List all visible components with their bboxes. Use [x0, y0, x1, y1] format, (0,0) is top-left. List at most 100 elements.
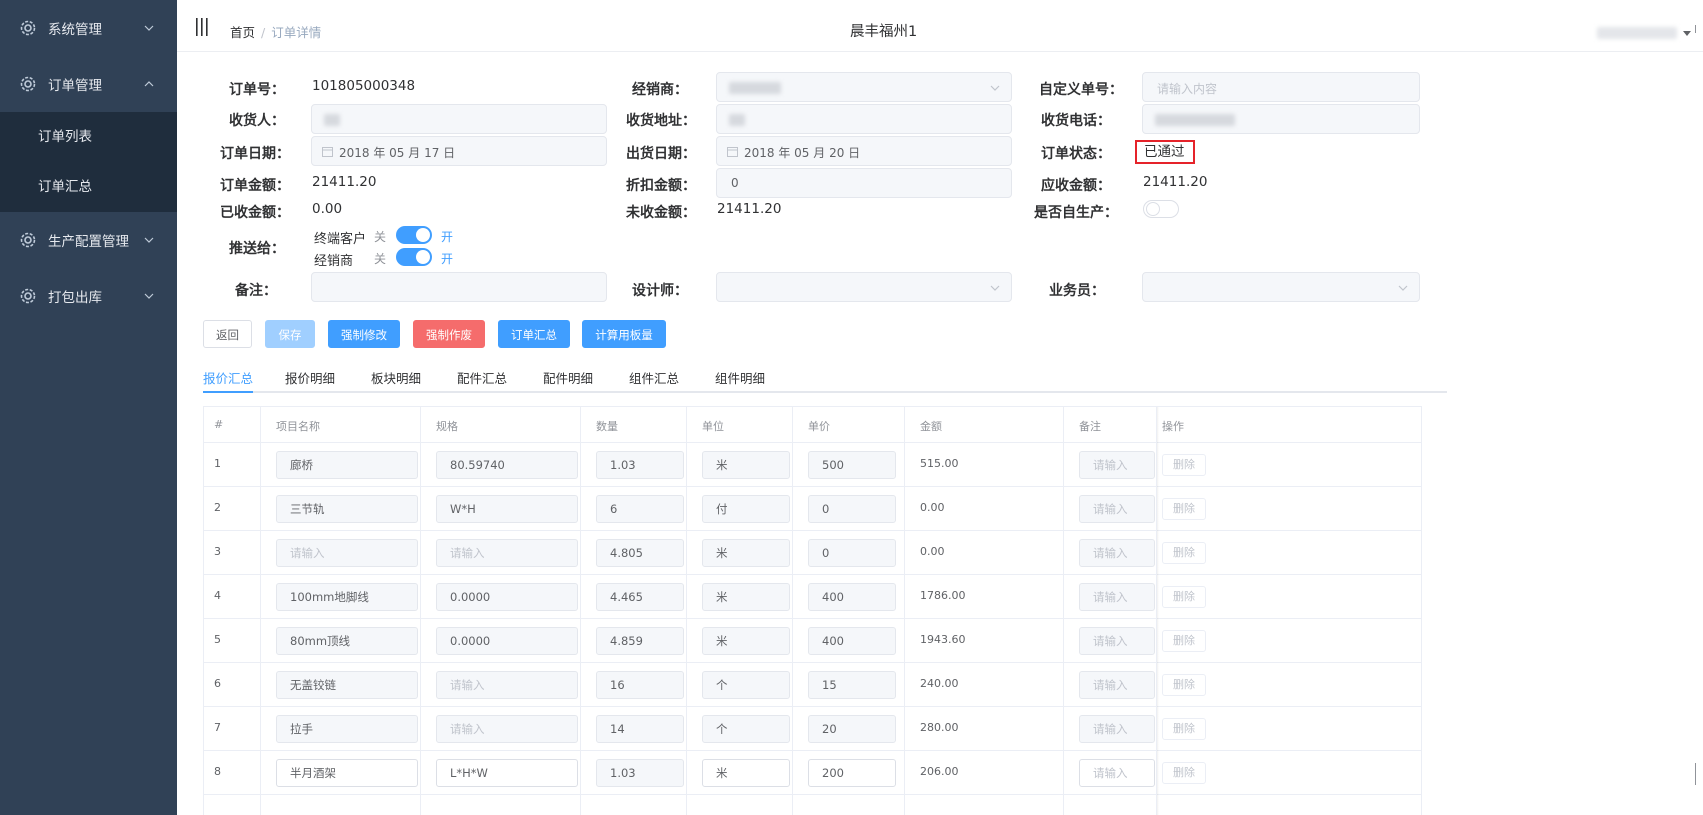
force-edit-button[interactable]: 强制修改	[328, 320, 400, 348]
qty-input[interactable]: 4.465	[596, 583, 684, 611]
caret-down-icon[interactable]	[1683, 31, 1691, 36]
spec-input[interactable]: 请输入	[436, 715, 578, 743]
remark-input[interactable]: 请输入	[1079, 583, 1155, 611]
receiver-input[interactable]	[311, 104, 607, 134]
remark-input[interactable]: 请输入	[1079, 715, 1155, 743]
sidebar-item-order-list[interactable]: 订单列表	[0, 112, 177, 162]
price-input[interactable]: 15	[808, 671, 896, 699]
sidebar-item-packing[interactable]: 打包出库	[0, 268, 177, 324]
remark-input[interactable]: 请输入	[1079, 451, 1155, 479]
back-button[interactable]: 返回	[203, 320, 252, 348]
price-input[interactable]: 20	[808, 715, 896, 743]
push-dealer-switch[interactable]	[396, 248, 432, 266]
receivable-value: 21411.20	[1143, 174, 1208, 190]
custom-no-input[interactable]: 请输入内容	[1142, 72, 1420, 102]
item-name-input[interactable]: 无盖铰链	[276, 671, 418, 699]
remark-input[interactable]: 请输入	[1079, 495, 1155, 523]
designer-select[interactable]	[716, 272, 1012, 302]
discount-input[interactable]: 0	[716, 168, 1012, 198]
qty-input[interactable]: 1.03	[596, 451, 684, 479]
calc-board-button[interactable]: 计算用板量	[582, 320, 666, 348]
delete-button[interactable]: 删除	[1162, 542, 1206, 564]
sidebar-item-system[interactable]: 系统管理	[0, 0, 177, 56]
unit-input[interactable]: 个	[702, 715, 790, 743]
remark-input[interactable]	[311, 272, 607, 302]
phone-input[interactable]	[1142, 104, 1420, 134]
delete-button[interactable]: 删除	[1162, 762, 1206, 784]
spec-input[interactable]: W*H	[436, 495, 578, 523]
item-name-input[interactable]: 100mm地脚线	[276, 583, 418, 611]
tab-quote-detail[interactable]: 报价明细	[285, 368, 335, 387]
unit-input[interactable]: 米	[702, 627, 790, 655]
salesman-select[interactable]	[1142, 272, 1420, 302]
price-input[interactable]: 500	[808, 451, 896, 479]
unit-input[interactable]: 付	[702, 495, 790, 523]
unit-input[interactable]: 米	[702, 539, 790, 567]
remark-input[interactable]: 请输入	[1079, 671, 1155, 699]
order-date-input[interactable]: 2018 年 05 月 17 日	[311, 136, 607, 166]
tab-board-detail[interactable]: 板块明细	[371, 368, 421, 387]
qty-input[interactable]: 16	[596, 671, 684, 699]
price-input[interactable]: 0	[808, 539, 896, 567]
item-name-input[interactable]: 拉手	[276, 715, 418, 743]
unit-input[interactable]: 米	[702, 759, 790, 787]
unit-input[interactable]: 米	[702, 451, 790, 479]
tab-component-detail[interactable]: 组件明细	[715, 368, 765, 387]
delete-button[interactable]: 删除	[1162, 454, 1206, 476]
spec-input[interactable]: 请输入	[436, 539, 578, 567]
delete-button[interactable]: 删除	[1162, 718, 1206, 740]
remark-input[interactable]: 请输入	[1079, 627, 1155, 655]
item-name-input[interactable]: 三节轨	[276, 495, 418, 523]
price-input[interactable]: 0	[808, 495, 896, 523]
qty-input[interactable]: 14	[596, 715, 684, 743]
remark-input[interactable]: 请输入	[1079, 759, 1155, 787]
delete-button[interactable]: 删除	[1162, 674, 1206, 696]
header-index: #	[214, 418, 224, 431]
breadcrumb-home[interactable]: 首页	[230, 25, 255, 40]
hamburger-icon[interactable]	[195, 18, 209, 36]
item-name-input[interactable]: 廊桥	[276, 451, 418, 479]
item-name-input[interactable]: 半月酒架	[276, 759, 418, 787]
row-index: 2	[214, 501, 221, 514]
qty-input[interactable]: 4.859	[596, 627, 684, 655]
spec-input[interactable]: 0.0000	[436, 627, 578, 655]
tab-parts-summary[interactable]: 配件汇总	[457, 368, 507, 387]
save-button[interactable]: 保存	[265, 320, 315, 348]
tab-parts-detail[interactable]: 配件明细	[543, 368, 593, 387]
spec-input[interactable]: 请输入	[436, 671, 578, 699]
user-name[interactable]	[1597, 27, 1677, 39]
tab-quote-summary[interactable]: 报价汇总	[203, 368, 253, 387]
sidebar-item-orders[interactable]: 订单管理	[0, 56, 177, 112]
spec-input[interactable]: 80.59740	[436, 451, 578, 479]
dealer-select[interactable]	[716, 72, 1012, 102]
ship-date-input[interactable]: 2018 年 05 月 20 日	[716, 136, 1012, 166]
self-produce-switch[interactable]	[1143, 200, 1179, 218]
price-input[interactable]: 400	[808, 627, 896, 655]
qty-input[interactable]: 6	[596, 495, 684, 523]
qty-input[interactable]: 4.805	[596, 539, 684, 567]
sidebar-item-order-summary[interactable]: 订单汇总	[0, 162, 177, 212]
gear-icon	[18, 18, 38, 38]
force-void-button[interactable]: 强制作废	[413, 320, 485, 348]
amount-label: 订单金额：	[220, 178, 290, 194]
push-customer-switch[interactable]	[396, 226, 432, 244]
delete-button[interactable]: 删除	[1162, 630, 1206, 652]
price-input[interactable]: 400	[808, 583, 896, 611]
delete-button[interactable]: 删除	[1162, 586, 1206, 608]
item-name-input[interactable]: 请输入	[276, 539, 418, 567]
price-input[interactable]: 200	[808, 759, 896, 787]
spec-input[interactable]: 0.0000	[436, 583, 578, 611]
unit-input[interactable]: 米	[702, 583, 790, 611]
remark-input[interactable]: 请输入	[1079, 539, 1155, 567]
unit-input[interactable]: 个	[702, 671, 790, 699]
delete-button[interactable]: 删除	[1162, 498, 1206, 520]
spec-input[interactable]: L*H*W	[436, 759, 578, 787]
order-summary-button[interactable]: 订单汇总	[498, 320, 570, 348]
qty-input[interactable]: 1.03	[596, 759, 684, 787]
item-name-input[interactable]: 80mm顶线	[276, 627, 418, 655]
tab-component-summary[interactable]: 组件汇总	[629, 368, 679, 387]
header-spec: 规格	[436, 420, 458, 433]
sidebar-item-production[interactable]: 生产配置管理	[0, 212, 177, 268]
address-input[interactable]	[716, 104, 1012, 134]
header-qty: 数量	[596, 420, 618, 433]
